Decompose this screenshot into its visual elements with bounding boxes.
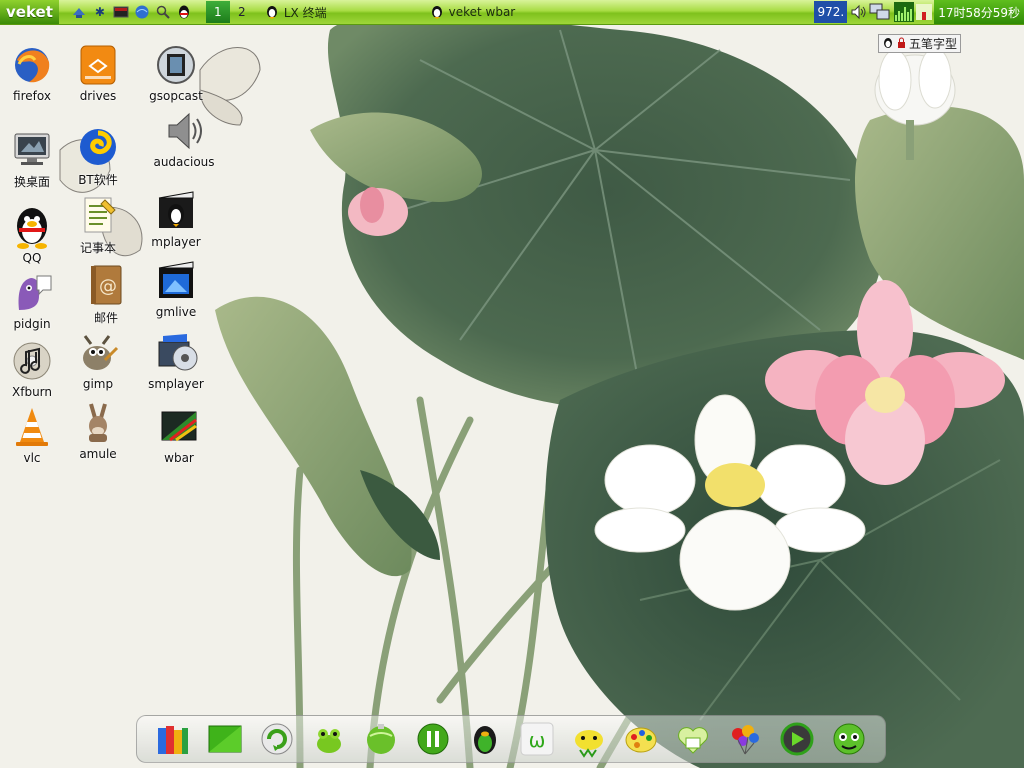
pidgin-icon	[9, 270, 55, 316]
quick-launch: ✱	[71, 4, 192, 20]
dock-frog-icon[interactable]	[309, 719, 349, 759]
desktop-icon-label: gsopcast	[149, 89, 203, 103]
tux-icon	[429, 3, 445, 22]
wbar-dock: ω	[136, 715, 886, 763]
browser-globe-icon[interactable]	[134, 4, 150, 20]
desktop-icon-label: gmlive	[155, 305, 197, 319]
xfburn-icon	[9, 338, 55, 384]
gsopcast-icon	[153, 42, 199, 88]
top-panel: veket ✱ 1 2 LX 终端 veket wbar 972. 17时58分…	[0, 0, 1024, 25]
dock-robot-icon[interactable]	[829, 719, 869, 759]
desktop-icon-display[interactable]: 换桌面	[0, 126, 64, 190]
dock-books-icon[interactable]	[153, 719, 193, 759]
taskbar-item-terminal[interactable]: LX 终端	[260, 1, 331, 23]
taskbar-item-label: LX 终端	[283, 5, 327, 20]
desktop-switch-icon	[9, 126, 55, 172]
ime-indicator[interactable]: 五笔字型	[878, 34, 962, 53]
desktop-icon-pidgin[interactable]: pidgin	[0, 270, 64, 331]
desktop-icon-gsopcast[interactable]: gsopcast	[144, 42, 208, 103]
start-menu-button[interactable]: veket	[0, 0, 59, 24]
dock-frame-icon[interactable]	[777, 719, 817, 759]
desktop-icon-smplayer[interactable]: smplayer	[144, 330, 208, 391]
search-icon[interactable]	[155, 4, 171, 20]
desktop-icon-gmlive[interactable]: gmlive	[144, 258, 208, 319]
dock-balloon-icon[interactable]	[725, 719, 765, 759]
network-monitor-icon[interactable]	[869, 3, 891, 20]
dock-green-screen-icon[interactable]	[205, 719, 245, 759]
cpu-meter[interactable]	[894, 2, 915, 22]
desktop-icon-audacious[interactable]: audacious	[152, 108, 216, 169]
bt-icon	[75, 124, 121, 170]
desktop-icon-gimp[interactable]: gimp	[66, 330, 130, 391]
tux-icon	[882, 36, 894, 52]
drives-icon	[75, 42, 121, 88]
lock-icon	[897, 37, 906, 51]
wbar-icon	[156, 404, 202, 450]
desktop-icon-label: 邮件	[93, 311, 118, 325]
workspace-2-button[interactable]: 2	[230, 1, 254, 23]
dock-globe-icon[interactable]	[361, 719, 401, 759]
network-load-readout[interactable]: 972.	[814, 1, 848, 23]
network-share-icon[interactable]	[71, 4, 87, 20]
mail-icon: @	[83, 262, 129, 308]
workspace-1-button[interactable]: 1	[205, 1, 230, 23]
dock-palette-icon[interactable]	[621, 719, 661, 759]
dock-heart-icon[interactable]	[673, 719, 713, 759]
desktop-icon-label: Xfburn	[12, 385, 52, 399]
desktop-icon-mplayer[interactable]: mplayer	[144, 188, 208, 249]
qq-penguin-icon[interactable]	[176, 4, 192, 20]
mplayer-icon	[153, 188, 199, 234]
desktop-icon-mail[interactable]: @ 邮件	[74, 262, 138, 326]
notepad-icon	[75, 192, 121, 238]
svg-text:@: @	[99, 276, 117, 297]
desktop-icon-notepad[interactable]: 记事本	[66, 192, 130, 256]
desktop-icon-label: wbar	[164, 451, 194, 465]
desktop-icon-label: vlc	[23, 451, 41, 465]
vlc-cone-icon	[9, 404, 55, 450]
desktop-icon-label: audacious	[153, 155, 215, 169]
desktop-icon-label: mplayer	[151, 235, 201, 249]
desktop-icon-xfburn[interactable]: Xfburn	[0, 338, 64, 399]
desktop-icon-wbar[interactable]: wbar	[147, 404, 211, 465]
desktop-icon-drives[interactable]: drives	[66, 42, 130, 103]
dock-w-icon[interactable]: ω	[517, 719, 557, 759]
desktop-icon-label: smplayer	[148, 377, 204, 391]
tux-icon	[264, 3, 280, 22]
taskbar-item-label: veket wbar	[448, 5, 516, 19]
dock-pause-icon[interactable]	[413, 719, 453, 759]
volume-icon[interactable]	[850, 4, 866, 20]
desktop-icon-bt[interactable]: BT软件	[66, 124, 130, 188]
desktop-icon-label: BT软件	[78, 173, 118, 187]
system-tray: 972. 17时58分59秒	[814, 0, 1024, 24]
dock-tux-icon[interactable]	[465, 719, 505, 759]
firefox-icon	[9, 42, 55, 88]
dock-refresh-icon[interactable]	[257, 719, 297, 759]
gmlive-icon	[153, 258, 199, 304]
desktop-icon-label: amule	[79, 447, 117, 461]
smplayer-icon	[153, 330, 199, 376]
svg-text:ω: ω	[529, 728, 546, 752]
memory-gauge-icon[interactable]	[916, 4, 933, 20]
desktop-icon-label: firefox	[13, 89, 51, 103]
desktop-icon-label: pidgin	[13, 317, 51, 331]
desktop-icon-amule[interactable]: amule	[66, 400, 130, 461]
ime-label: 五笔字型	[909, 37, 958, 51]
gimp-icon	[75, 330, 121, 376]
desktop-icon-firefox[interactable]: firefox	[0, 42, 64, 103]
desktop-icon-vlc[interactable]: vlc	[0, 404, 64, 465]
desktop-icon-label: QQ	[22, 251, 42, 265]
desktop-icon-label: 记事本	[79, 241, 116, 255]
clock[interactable]: 17时58分59秒	[934, 0, 1024, 24]
asterisk-icon[interactable]: ✱	[92, 4, 108, 20]
dock-chick-icon[interactable]	[569, 719, 609, 759]
desktop-icon-label: gimp	[82, 377, 114, 391]
speaker-icon	[161, 108, 207, 154]
amule-icon	[75, 400, 121, 446]
taskbar-item-wbar[interactable]: veket wbar	[425, 1, 520, 23]
desktop-icon-label: drives	[79, 89, 117, 103]
qq-penguin-icon	[9, 204, 55, 250]
desktop-icon-qq[interactable]: QQ	[0, 204, 64, 265]
terminal-icon[interactable]	[113, 4, 129, 20]
desktop-icon-label: 换桌面	[13, 175, 50, 189]
